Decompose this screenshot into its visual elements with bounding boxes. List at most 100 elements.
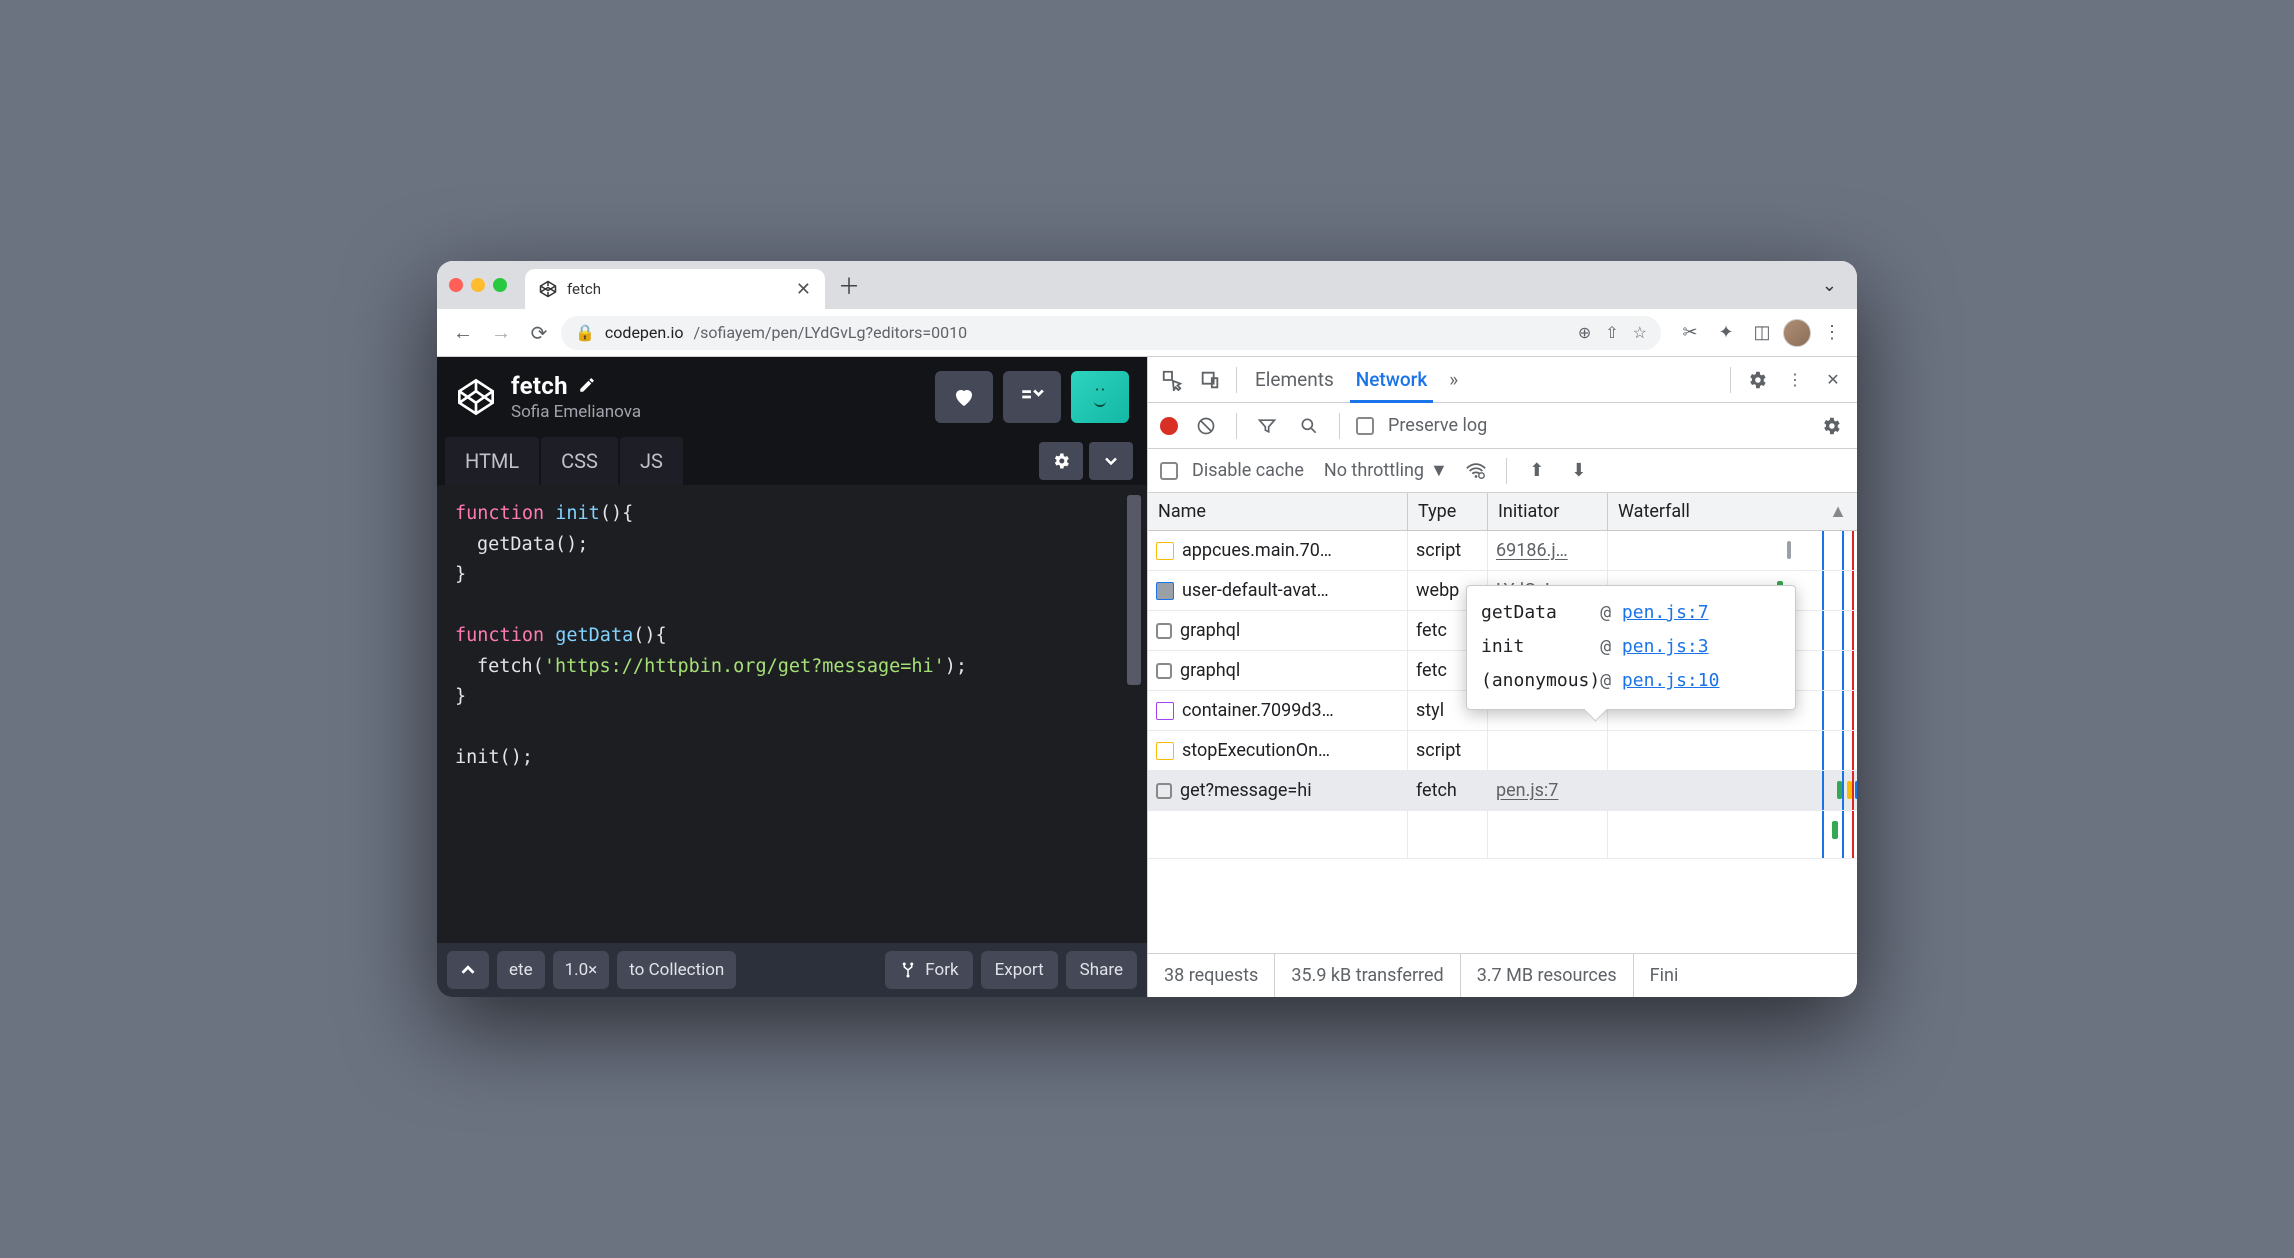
- sidepanel-icon[interactable]: ◫: [1747, 318, 1777, 348]
- inspect-icon[interactable]: [1158, 366, 1186, 394]
- zoom-icon[interactable]: ⊕: [1578, 323, 1591, 342]
- tab-network[interactable]: Network: [1350, 368, 1434, 403]
- minimize-window-button[interactable]: [471, 278, 485, 292]
- stack-frame: init@ pen.js:3: [1481, 630, 1719, 664]
- status-finish: Fini: [1634, 954, 1695, 997]
- maximize-window-button[interactable]: [493, 278, 507, 292]
- stack-link[interactable]: pen.js:10: [1622, 670, 1720, 691]
- share-button[interactable]: Share: [1066, 951, 1137, 989]
- throttling-dropdown[interactable]: No throttling▼: [1324, 460, 1448, 481]
- editor-settings-button[interactable]: [1039, 442, 1083, 480]
- table-row[interactable]: get?message=hifetchpen.js:7: [1148, 771, 1857, 811]
- network-conditions-icon[interactable]: [1462, 457, 1490, 485]
- network-table-header: Name Type Initiator Waterfall▲: [1148, 493, 1857, 531]
- tab-title: fetch: [567, 280, 786, 298]
- table-row[interactable]: stopExecutionOn…script: [1148, 731, 1857, 771]
- initiator-stack-tooltip: getData@ pen.js:7 init@ pen.js:3 (anonym…: [1466, 585, 1796, 710]
- codepen-logo-icon[interactable]: [455, 376, 497, 418]
- edit-title-icon[interactable]: [578, 372, 596, 400]
- pen-title: fetch: [511, 372, 568, 400]
- status-requests: 38 requests: [1148, 954, 1275, 997]
- stack-frame: (anonymous)@ pen.js:10: [1481, 664, 1719, 698]
- status-resources: 3.7 MB resources: [1461, 954, 1634, 997]
- page-content: fetch Sofia Emelianova: [437, 357, 1857, 997]
- code-editor[interactable]: function init(){ getData(); } function g…: [437, 485, 1147, 943]
- tab-elements[interactable]: Elements: [1249, 368, 1340, 391]
- browser-toolbar: ✂︎ ✦ ◫ ⋮: [1675, 318, 1847, 348]
- col-waterfall-header[interactable]: Waterfall▲: [1608, 493, 1857, 530]
- back-button[interactable]: ←: [447, 317, 479, 349]
- window-controls: [449, 278, 507, 292]
- devtools-close-icon[interactable]: ✕: [1819, 366, 1847, 394]
- url-path: /sofiayem/pen/LYdGvLg?editors=0010: [693, 323, 967, 342]
- codepen-panel: fetch Sofia Emelianova: [437, 357, 1147, 997]
- tab-css[interactable]: CSS: [541, 437, 618, 485]
- network-toolbar: Preserve log: [1148, 403, 1857, 449]
- codepen-icon: [539, 280, 557, 298]
- browser-tab[interactable]: fetch ✕: [525, 269, 825, 309]
- tab-html[interactable]: HTML: [445, 437, 539, 485]
- record-button[interactable]: [1160, 417, 1178, 435]
- address-bar: ← → ⟳ 🔒 codepen.io/sofiayem/pen/LYdGvLg?…: [437, 309, 1857, 357]
- profile-avatar[interactable]: [1783, 319, 1811, 347]
- pen-author: Sofia Emelianova: [511, 402, 641, 422]
- table-row-empty: [1148, 811, 1857, 859]
- fork-button[interactable]: Fork: [885, 951, 972, 989]
- tab-more[interactable]: »: [1443, 368, 1464, 391]
- console-toggle-button[interactable]: [447, 951, 489, 989]
- clear-button[interactable]: [1192, 412, 1220, 440]
- tabstrip: fetch ✕ ＋ ⌄: [437, 261, 1857, 309]
- preserve-log-checkbox[interactable]: [1356, 417, 1374, 435]
- export-button[interactable]: Export: [981, 951, 1058, 989]
- url-host: codepen.io: [605, 323, 684, 342]
- new-tab-button[interactable]: ＋: [833, 269, 865, 301]
- close-tab-button[interactable]: ✕: [796, 279, 811, 300]
- col-name-header[interactable]: Name: [1148, 493, 1408, 530]
- editor-expand-button[interactable]: [1089, 442, 1133, 480]
- codepen-footer: ete 1.0× to Collection Fork Export Share: [437, 943, 1147, 997]
- disable-cache-label: Disable cache: [1192, 460, 1304, 481]
- stack-link[interactable]: pen.js:3: [1622, 636, 1709, 657]
- browser-window: fetch ✕ ＋ ⌄ ← → ⟳ 🔒 codepen.io/sofiayem/…: [437, 261, 1857, 997]
- extensions-icon[interactable]: ✦: [1711, 318, 1741, 348]
- browser-menu-button[interactable]: ⋮: [1817, 318, 1847, 348]
- footer-fragment[interactable]: ete: [497, 951, 545, 989]
- tab-js[interactable]: JS: [620, 437, 683, 485]
- filter-icon[interactable]: [1253, 412, 1281, 440]
- share-page-icon[interactable]: ⇧: [1605, 323, 1618, 342]
- zoom-level[interactable]: 1.0×: [553, 951, 610, 989]
- forward-button[interactable]: →: [485, 317, 517, 349]
- table-row[interactable]: appcues.main.70…script69186.j…: [1148, 531, 1857, 571]
- stack-link[interactable]: pen.js:7: [1622, 602, 1709, 623]
- network-status-bar: 38 requests 35.9 kB transferred 3.7 MB r…: [1148, 953, 1857, 997]
- status-transferred: 35.9 kB transferred: [1275, 954, 1460, 997]
- user-avatar-button[interactable]: [1071, 371, 1129, 423]
- stack-frame: getData@ pen.js:7: [1481, 596, 1719, 630]
- upload-har-icon[interactable]: ⬆: [1523, 457, 1551, 485]
- devtools-settings-icon[interactable]: [1743, 366, 1771, 394]
- col-type-header[interactable]: Type: [1408, 493, 1488, 530]
- download-har-icon[interactable]: ⬇: [1565, 457, 1593, 485]
- device-toggle-icon[interactable]: [1196, 366, 1224, 394]
- network-toolbar-2: Disable cache No throttling▼ ⬆ ⬇: [1148, 449, 1857, 493]
- devtools-panel: Elements Network » ⋮ ✕ Preserve log: [1147, 357, 1857, 997]
- tabs-dropdown-button[interactable]: ⌄: [1814, 275, 1845, 296]
- reload-button[interactable]: ⟳: [523, 317, 555, 349]
- devtools-top-bar: Elements Network » ⋮ ✕: [1148, 357, 1857, 403]
- devtools-menu-icon[interactable]: ⋮: [1781, 366, 1809, 394]
- lock-icon: 🔒: [575, 323, 595, 342]
- url-input[interactable]: 🔒 codepen.io/sofiayem/pen/LYdGvLg?editor…: [561, 316, 1661, 350]
- close-window-button[interactable]: [449, 278, 463, 292]
- codepen-header: fetch Sofia Emelianova: [437, 357, 1147, 437]
- layout-button[interactable]: [1003, 371, 1061, 423]
- heart-button[interactable]: [935, 371, 993, 423]
- col-initiator-header[interactable]: Initiator: [1488, 493, 1608, 530]
- scissors-icon[interactable]: ✂︎: [1675, 318, 1705, 348]
- to-collection-button[interactable]: to Collection: [617, 951, 736, 989]
- editor-scrollbar[interactable]: [1127, 495, 1141, 685]
- disable-cache-checkbox[interactable]: [1160, 462, 1178, 480]
- editor-tabs: HTML CSS JS: [437, 437, 1147, 485]
- network-settings-icon[interactable]: [1817, 412, 1845, 440]
- bookmark-icon[interactable]: ☆: [1633, 323, 1647, 342]
- search-icon[interactable]: [1295, 412, 1323, 440]
